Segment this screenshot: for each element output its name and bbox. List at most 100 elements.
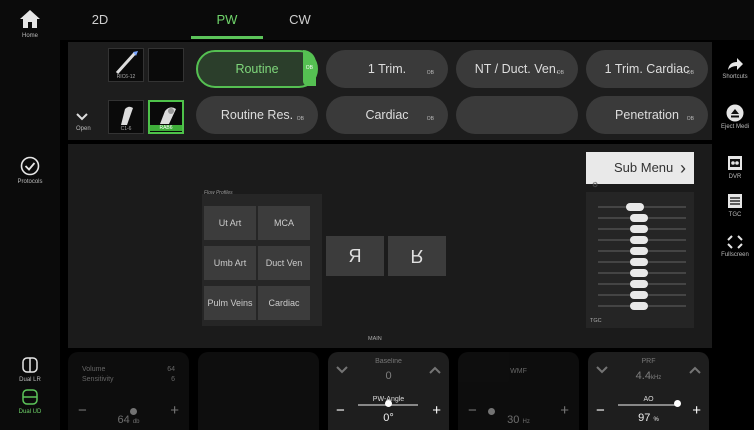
chevron-down-icon[interactable] xyxy=(336,366,348,374)
preset-cardiac[interactable]: Cardiac OB xyxy=(326,96,448,134)
dual-lr-button[interactable]: Dual LR xyxy=(0,356,60,383)
main-panel: Flow Profiles Ut Art MCA Umb Art Duct Ve… xyxy=(68,144,712,348)
open-label[interactable]: Open xyxy=(76,126,91,132)
tgc-slider[interactable] xyxy=(598,258,686,266)
protocols-label: Protocols xyxy=(17,179,43,185)
tgc-slider-knob[interactable] xyxy=(630,214,648,222)
tgc-slider-knob[interactable] xyxy=(630,269,648,277)
tgc-sliders-icon xyxy=(728,194,742,208)
home-button[interactable]: Home xyxy=(0,8,60,39)
tgc-slider-knob[interactable] xyxy=(630,291,648,299)
tgc-slider[interactable] xyxy=(598,247,686,255)
ob-badge: OB xyxy=(686,70,694,76)
flow-profile-pulm-veins[interactable]: Pulm Veins xyxy=(204,286,256,320)
tgc-slider-knob[interactable] xyxy=(630,258,648,266)
shortcuts-button[interactable]: Shortcuts xyxy=(716,56,754,80)
flip-left-button[interactable]: Я xyxy=(326,236,384,276)
preset-nt-duct-ven[interactable]: NT / Duct. Ven. OB xyxy=(456,50,578,88)
tgc-button[interactable]: TGC xyxy=(716,192,754,218)
flow-profile-cardiac[interactable]: Cardiac xyxy=(258,286,310,320)
flow-profiles-panel: Flow Profiles Ut Art MCA Umb Art Duct Ve… xyxy=(202,190,322,326)
flow-profiles-title: Flow Profiles xyxy=(204,190,233,196)
fullscreen-label: Fullscreen xyxy=(721,252,749,258)
chevron-down-icon[interactable] xyxy=(76,112,88,122)
knob-empty[interactable] xyxy=(198,352,319,430)
probe-preset-panel: RIC6-12 C1-6 RAB6 Open Routine OB 1 Trim… xyxy=(68,42,712,140)
flow-profile-mca[interactable]: MCA xyxy=(258,206,310,240)
fullscreen-button[interactable]: Fullscreen xyxy=(716,234,754,258)
tgc-slider-knob[interactable] xyxy=(626,203,644,211)
tgc-slider[interactable] xyxy=(598,225,686,233)
knob-prf-ao[interactable]: PRF 4.4kHz AO − + 97 % xyxy=(588,352,709,430)
probe-label: RAB6 xyxy=(150,125,182,131)
probe-empty-slot[interactable] xyxy=(148,48,184,82)
tgc-slider-knob[interactable] xyxy=(630,247,648,255)
flow-profile-umb-art[interactable]: Umb Art xyxy=(204,246,256,280)
preset-routine[interactable]: Routine OB xyxy=(196,50,318,88)
tgc-slider-knob[interactable] xyxy=(630,280,648,288)
tab-2d[interactable]: 2D xyxy=(65,12,135,27)
dvr-button[interactable]: DVR xyxy=(716,154,754,180)
eject-icon xyxy=(726,104,744,122)
tab-cw[interactable]: CW xyxy=(265,12,335,27)
share-arrow-icon xyxy=(728,58,743,70)
tgc-slider[interactable] xyxy=(598,280,686,288)
flip-up-down-button[interactable]: R xyxy=(388,236,446,276)
protocols-button[interactable]: Protocols xyxy=(0,156,60,185)
chevron-up-icon[interactable] xyxy=(429,366,441,374)
preset-routine-res[interactable]: Routine Res. OB xyxy=(196,96,318,134)
ob-badge: OB xyxy=(296,116,304,122)
knob-wmf[interactable]: WMF − + 30 Hz xyxy=(458,352,579,430)
probe-label: C1-6 xyxy=(120,126,132,132)
probe-c1-6[interactable]: C1-6 xyxy=(108,100,144,134)
knob-value: 30 Hz xyxy=(507,414,530,426)
knob-sub-value: 0° xyxy=(383,412,394,424)
knob-indicator xyxy=(674,400,681,407)
tgc-slider[interactable] xyxy=(598,269,686,277)
knob-volume-sensitivity[interactable]: Volume Sensitivity 64 6 − + 64 db xyxy=(68,352,189,430)
preset-label: Routine Res. xyxy=(220,108,294,122)
tgc-slider-knob[interactable] xyxy=(630,302,648,310)
convex-probe-icon xyxy=(121,106,133,125)
preset-1-trim[interactable]: 1 Trim. OB xyxy=(326,50,448,88)
tgc-slider[interactable] xyxy=(598,214,686,222)
split-horizontal-icon xyxy=(22,357,38,373)
right-rail: Shortcuts Eject Medi DVR TGC Fullscreen xyxy=(716,42,754,372)
preset-label: Cardiac xyxy=(365,108,409,122)
flow-profile-duct-ven[interactable]: Duct Ven xyxy=(258,246,310,280)
knob-baseline-angle[interactable]: Baseline 0 PW-Angle − + 0° xyxy=(328,352,449,430)
knob-value: 64 db xyxy=(117,414,140,426)
tgc-label: TGC xyxy=(728,212,742,218)
tgc-slider-knob[interactable] xyxy=(630,236,648,244)
flow-profile-ut-art[interactable]: Ut Art xyxy=(204,206,256,240)
film-icon xyxy=(728,156,742,170)
home-icon xyxy=(20,10,40,28)
tab-pw[interactable]: PW xyxy=(192,12,262,27)
tgc-panel: TGC xyxy=(586,192,694,328)
tgc-slider[interactable] xyxy=(598,291,686,299)
probe-ric6-12[interactable]: RIC6-12 xyxy=(108,48,144,82)
preset-label: Penetration xyxy=(615,108,679,122)
eject-media-button[interactable]: Eject Medi xyxy=(716,104,754,130)
linear-probe-icon xyxy=(115,51,138,75)
knob-slider-track xyxy=(618,404,678,406)
knob-title: WMF xyxy=(510,368,527,375)
check-circle-icon xyxy=(20,156,40,176)
chevron-down-icon[interactable] xyxy=(596,366,608,374)
home-label: Home xyxy=(21,33,38,39)
knob-indicator xyxy=(385,400,392,407)
chevron-up-icon[interactable] xyxy=(689,366,701,374)
preset-empty[interactable] xyxy=(456,96,578,134)
sub-menu-button[interactable]: ⚙ Sub Menu › xyxy=(586,152,694,189)
volume-probe-icon xyxy=(160,107,176,124)
tgc-slider[interactable] xyxy=(598,203,686,211)
dual-ud-button[interactable]: Dual UD xyxy=(0,388,60,415)
probe-rab6[interactable]: RAB6 xyxy=(148,100,184,134)
tgc-slider[interactable] xyxy=(598,302,686,310)
preset-penetration[interactable]: Penetration OB xyxy=(586,96,708,134)
tgc-slider[interactable] xyxy=(598,236,686,244)
ob-badge: OB xyxy=(556,70,564,76)
preset-1-trim-cardiac[interactable]: 1 Trim. Cardiac OB xyxy=(586,50,708,88)
ob-badge: OB xyxy=(426,116,434,122)
tgc-slider-knob[interactable] xyxy=(630,225,648,233)
